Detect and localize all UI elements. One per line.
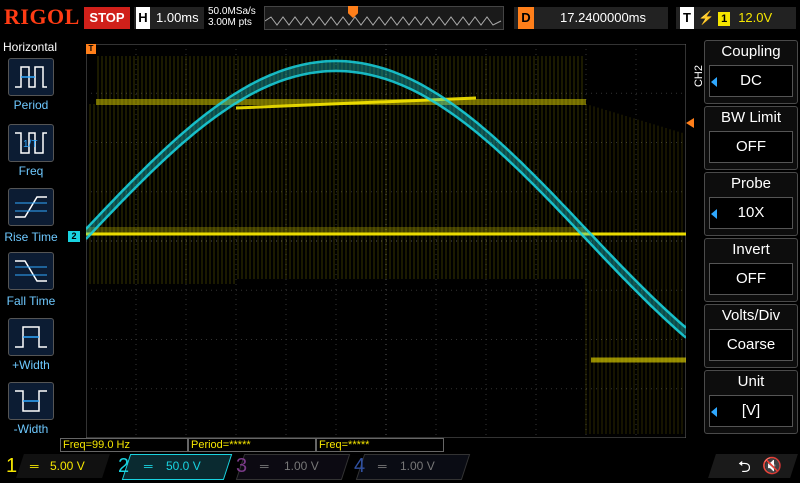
dc-coupling-icon: ═ [378, 459, 387, 473]
speaker-muted-icon[interactable]: 🔇 [762, 456, 782, 476]
menu-title: Horizontal [2, 40, 58, 54]
negative-width-button[interactable] [8, 382, 54, 420]
ch4-number[interactable]: 4 [354, 454, 365, 478]
memory-overview-bar [264, 6, 504, 30]
ch2-scale[interactable]: 50.0 V [166, 458, 201, 474]
left-arrow-icon [711, 209, 717, 219]
dc-coupling-icon: ═ [260, 459, 269, 473]
measurement-freq-2[interactable]: Freq=***** [316, 438, 444, 452]
dc-coupling-icon: ═ [144, 459, 153, 473]
rise-time-icon [15, 196, 47, 218]
fall-time-icon [15, 260, 47, 282]
channel-menu: Coupling DC BW Limit OFF Probe 10X Invert OF… [704, 38, 800, 438]
coupling-menu-item[interactable]: Coupling DC [704, 40, 798, 104]
sample-rate: 50.0MSa/s [208, 6, 256, 17]
coupling-value: DC [709, 65, 793, 97]
measurement-freq-1[interactable]: Freq=99.0 Hz [60, 438, 188, 452]
horizontal-scale-indicator[interactable]: H 1.00ms [134, 7, 204, 29]
horizontal-label: H [136, 7, 150, 29]
horizontal-scale-value: 1.00ms [156, 10, 199, 25]
frequency-label: Freq [18, 164, 44, 178]
bw-limit-menu-item[interactable]: BW Limit OFF [704, 106, 798, 170]
svg-text:1/T: 1/T [23, 139, 37, 150]
ch3-number[interactable]: 3 [236, 454, 247, 478]
acquisition-info: 50.0MSa/s 3.00M pts [208, 6, 256, 28]
invert-label: Invert [732, 241, 770, 258]
memory-waveform-preview [264, 16, 502, 26]
memory-depth: 3.00M pts [208, 17, 252, 28]
positive-width-label: +Width [12, 358, 50, 372]
coupling-label: Coupling [721, 43, 781, 60]
rising-edge-icon: ⚡ [698, 10, 715, 25]
unit-value: [V] [709, 395, 793, 427]
delay-indicator[interactable]: D 17.2400000ms [514, 7, 668, 29]
ch2-reference-marker[interactable]: 2 [68, 231, 80, 242]
trigger-level: 12.0V [738, 10, 773, 25]
delay-value: 17.2400000ms [560, 10, 647, 25]
period-label: Period [13, 98, 49, 112]
rise-time-label: Rise Time [4, 230, 58, 244]
left-arrow-icon [711, 77, 717, 87]
bw-limit-label: BW Limit [721, 109, 781, 126]
positive-width-icon [15, 326, 47, 348]
period-button[interactable] [8, 58, 54, 96]
invert-value: OFF [709, 263, 793, 295]
positive-width-button[interactable] [8, 318, 54, 356]
horizontal-measure-menu: Horizontal Period 1/T Freq Rise Time Fal… [0, 38, 60, 450]
trigger-label: T [680, 7, 694, 29]
system-status-background [708, 454, 798, 478]
trigger-time-marker[interactable]: T [86, 44, 96, 54]
left-arrow-icon [711, 407, 717, 417]
trigger-indicator[interactable]: T ⚡ 1 12.0V [676, 7, 796, 29]
negative-width-icon [15, 390, 47, 412]
invert-menu-item[interactable]: Invert OFF [704, 238, 798, 302]
volts-div-value: Coarse [709, 329, 793, 361]
ch3-scale[interactable]: 1.00 V [284, 458, 319, 474]
ch2-number[interactable]: 2 [118, 454, 129, 478]
measurement-period[interactable]: Period=***** [188, 438, 316, 452]
dc-coupling-icon: ═ [30, 459, 39, 473]
ch1-scale[interactable]: 5.00 V [50, 458, 85, 474]
rise-time-button[interactable] [8, 188, 54, 226]
usb-icon: ⮌ [738, 459, 751, 476]
fall-time-label: Fall Time [6, 294, 56, 308]
unit-label: Unit [737, 373, 765, 390]
fall-time-button[interactable] [8, 252, 54, 290]
probe-menu-item[interactable]: Probe 10X [704, 172, 798, 236]
unit-menu-item[interactable]: Unit [V] [704, 370, 798, 434]
ch4-scale[interactable]: 1.00 V [400, 458, 435, 474]
period-icon [15, 66, 47, 88]
volts-div-menu-item[interactable]: Volts/Div Coarse [704, 304, 798, 368]
frequency-icon: 1/T [15, 132, 47, 154]
trigger-level-marker[interactable] [686, 118, 694, 128]
trigger-source: 1 [718, 12, 731, 26]
bw-limit-value: OFF [709, 131, 793, 163]
frequency-button[interactable]: 1/T [8, 124, 54, 162]
volts-div-label: Volts/Div [721, 307, 781, 324]
ch1-number[interactable]: 1 [6, 454, 17, 478]
negative-width-label: -Width [13, 422, 49, 436]
rigol-logo: RIGOL [4, 4, 80, 29]
run-stop-status[interactable]: STOP [84, 7, 130, 29]
delay-label: D [518, 7, 534, 29]
waveform-display[interactable] [86, 44, 686, 438]
probe-value: 10X [709, 197, 793, 229]
probe-label: Probe [730, 175, 772, 192]
